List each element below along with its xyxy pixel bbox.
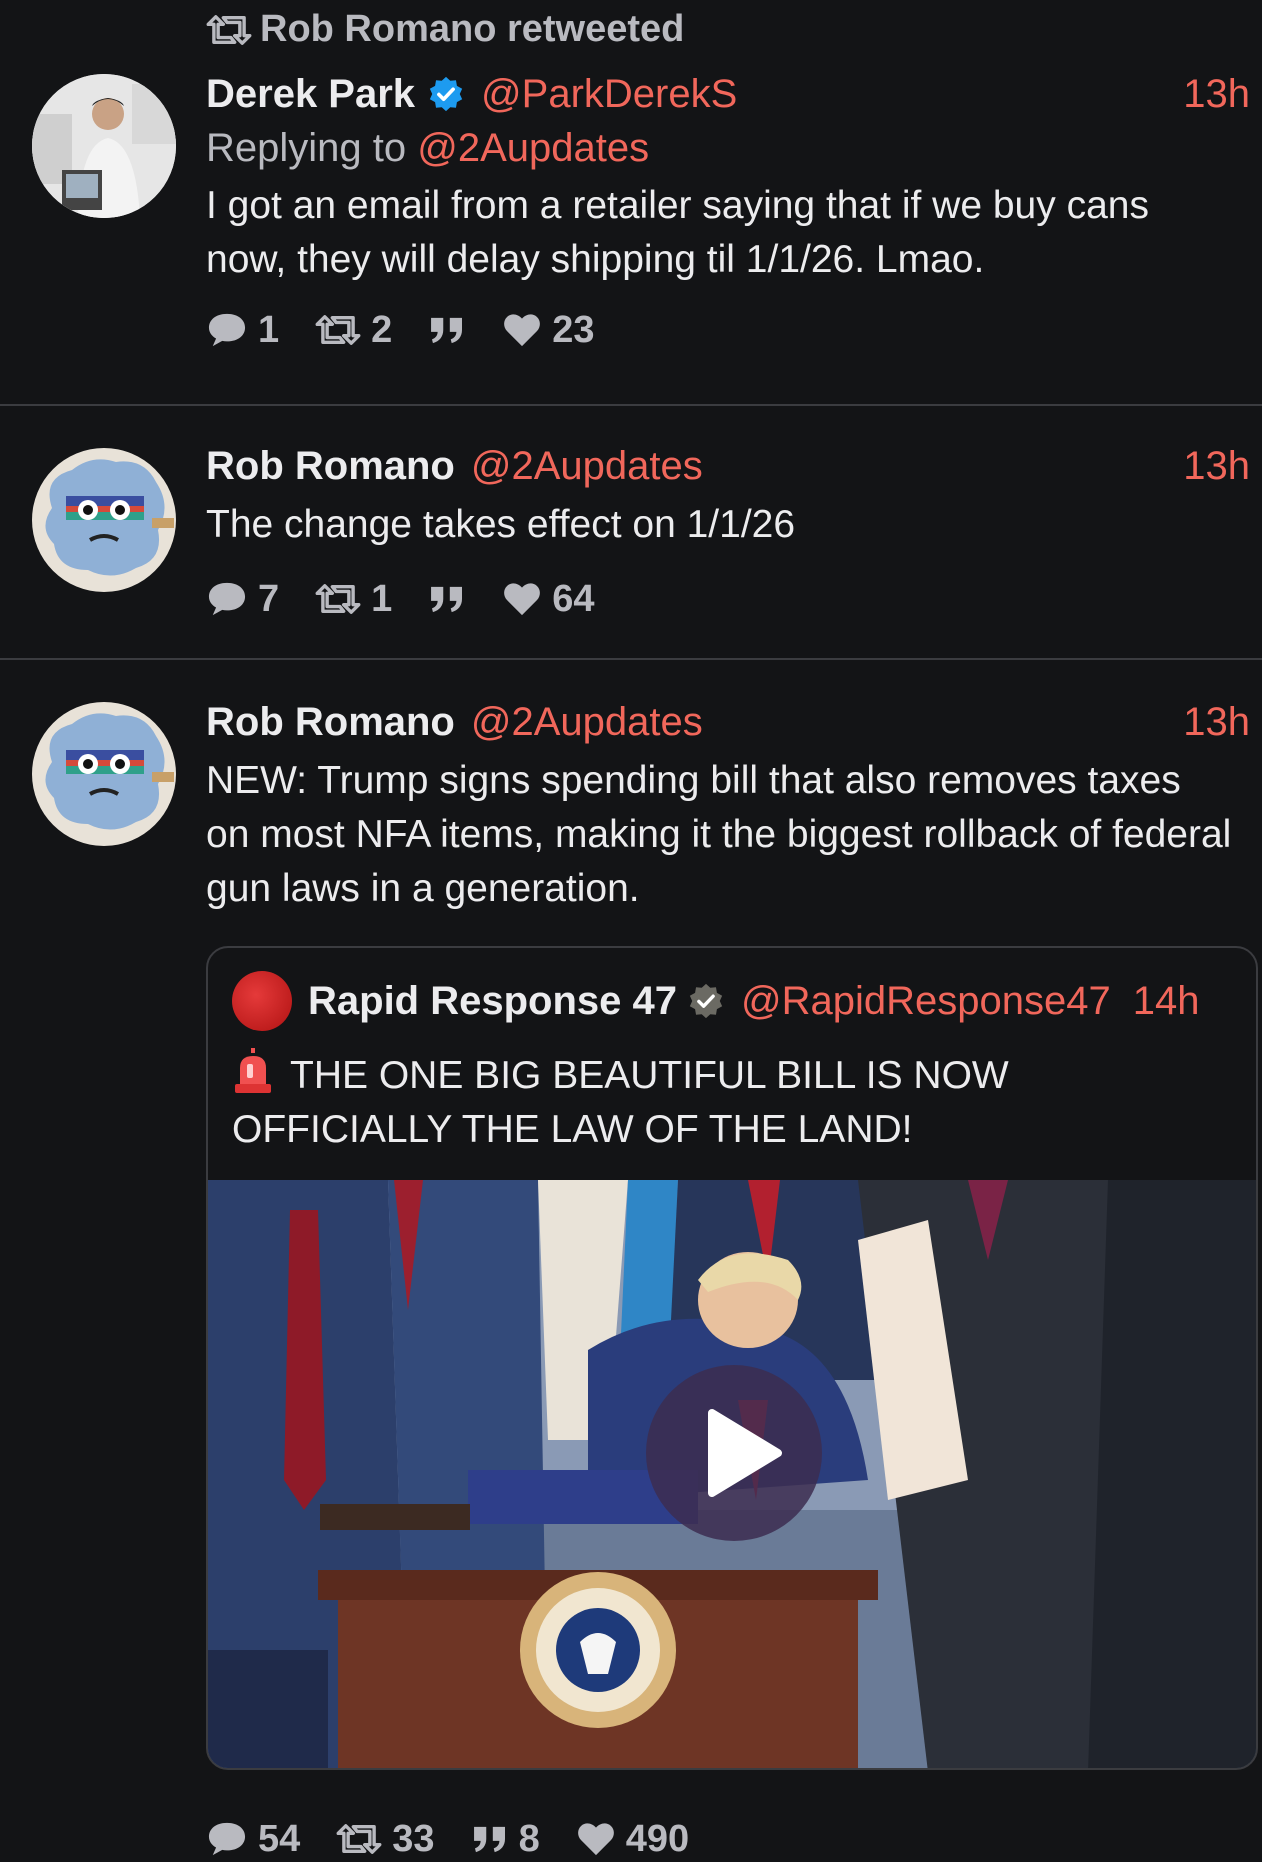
retweet-count: 33 — [392, 1817, 435, 1860]
like-count: 23 — [552, 308, 595, 351]
author-name[interactable]: Rob Romano — [206, 444, 455, 489]
retweet-count: 2 — [371, 308, 393, 351]
like-icon — [502, 581, 542, 617]
retweet-button[interactable]: 2 — [315, 309, 392, 352]
reply-count: 1 — [258, 308, 280, 351]
quote-icon — [428, 584, 466, 614]
retweet-button[interactable]: 33 — [336, 1817, 435, 1861]
quote-button[interactable]: 8 — [471, 1818, 540, 1861]
retweet-icon — [206, 13, 252, 47]
avatar[interactable] — [32, 448, 176, 592]
divider — [0, 404, 1262, 406]
reply-button[interactable]: 54 — [206, 1818, 300, 1861]
retweet-icon — [315, 313, 361, 347]
avatar[interactable] — [32, 74, 176, 218]
action-bar: 54 33 8 490 — [206, 1814, 725, 1862]
tweet-derek-park[interactable]: Derek Park @ParkDerekS 13h Replying to @… — [0, 64, 1262, 404]
timestamp[interactable]: 13h — [1183, 72, 1250, 117]
replying-to-label: Replying to — [206, 126, 418, 170]
verified-icon — [429, 76, 463, 112]
verified-icon — [689, 983, 723, 1019]
author-handle[interactable]: @ParkDerekS — [481, 72, 737, 117]
retweet-icon — [315, 582, 361, 616]
timestamp[interactable]: 13h — [1183, 700, 1250, 745]
reply-icon — [206, 580, 248, 618]
retweet-banner[interactable]: Rob Romano retweeted — [206, 8, 684, 51]
quote-button[interactable] — [428, 584, 466, 614]
reply-button[interactable]: 7 — [206, 578, 279, 621]
retweet-button[interactable]: 1 — [315, 578, 392, 621]
reply-icon — [206, 1820, 248, 1858]
author-handle[interactable]: @2Aupdates — [471, 700, 703, 745]
author-name[interactable]: Rob Romano — [206, 700, 455, 745]
action-bar: 7 1 64 — [206, 574, 1262, 624]
like-icon — [576, 1821, 616, 1857]
quote-button[interactable] — [428, 315, 466, 345]
quoted-avatar[interactable] — [232, 971, 292, 1031]
tweet-text: The change takes effect on 1/1/26 — [206, 503, 796, 546]
retweet-icon — [336, 1822, 382, 1856]
video-player[interactable] — [208, 1180, 1256, 1768]
quoted-timestamp[interactable]: 14h — [1133, 979, 1200, 1024]
siren-icon — [235, 1048, 271, 1093]
like-count: 490 — [625, 1817, 690, 1860]
reply-icon — [206, 311, 248, 349]
quote-icon — [428, 315, 466, 345]
retweet-banner-text: Rob Romano retweeted — [260, 8, 685, 50]
like-button[interactable]: 23 — [502, 308, 595, 352]
like-button[interactable]: 490 — [576, 1818, 689, 1861]
replying-to-handle[interactable]: @2Aupdates — [417, 126, 649, 170]
quoted-author-handle[interactable]: @RapidResponse47 — [741, 979, 1111, 1024]
reply-count: 7 — [258, 577, 280, 620]
reply-button[interactable]: 1 — [206, 309, 279, 352]
reply-count: 54 — [258, 1817, 301, 1860]
quoted-tweet-text: THE ONE BIG BEAUTIFUL BILL IS NOW OFFICI… — [232, 1054, 1009, 1151]
replying-to: Replying to @2Aupdates — [206, 126, 1262, 171]
quoted-tweet-card[interactable]: Rapid Response 47 @RapidResponse47 14h T… — [206, 946, 1258, 1770]
play-icon — [708, 1409, 782, 1497]
quote-icon — [471, 1824, 509, 1854]
action-bar: 1 2 23 — [206, 305, 1262, 355]
like-count: 64 — [552, 577, 595, 620]
quote-count: 8 — [518, 1817, 540, 1860]
quoted-author-name[interactable]: Rapid Response 47 — [308, 979, 677, 1024]
like-icon — [502, 312, 542, 348]
like-button[interactable]: 64 — [502, 577, 595, 621]
quoted-tweet-text-block: THE ONE BIG BEAUTIFUL BILL IS NOW OFFICI… — [232, 1048, 1226, 1157]
author-name[interactable]: Derek Park — [206, 72, 415, 117]
tweet-text: I got an email from a retailer saying th… — [206, 184, 1149, 281]
play-button[interactable] — [646, 1365, 822, 1541]
timestamp[interactable]: 13h — [1183, 444, 1250, 489]
tweet-text: NEW: Trump signs spending bill that also… — [206, 759, 1232, 910]
tweet-rob-romano-1[interactable]: Rob Romano @2Aupdates 13h The change tak… — [0, 436, 1262, 656]
author-handle[interactable]: @2Aupdates — [471, 444, 703, 489]
retweet-count: 1 — [371, 577, 393, 620]
divider — [0, 658, 1262, 660]
avatar[interactable] — [32, 702, 176, 846]
